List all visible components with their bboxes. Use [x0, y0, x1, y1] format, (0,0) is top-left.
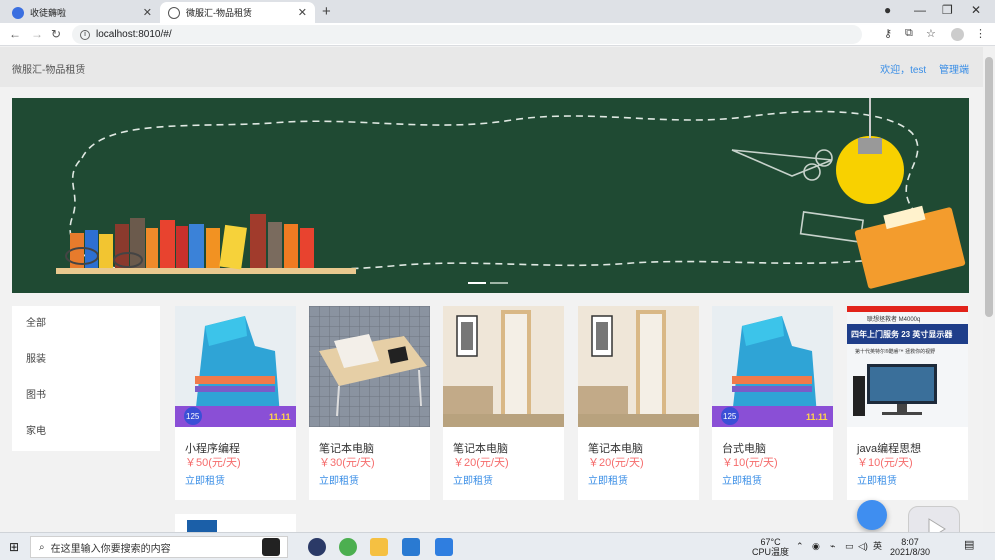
category-all[interactable]: 全部	[12, 306, 160, 342]
monitor-headline: 四年上门服务 23 英寸显示器	[851, 330, 953, 339]
category-books[interactable]: 图书	[12, 378, 160, 414]
eclipse-icon[interactable]	[308, 538, 326, 556]
ime-indicator[interactable]: 英	[873, 541, 882, 551]
product-image-mirror[interactable]	[578, 306, 699, 427]
task-view-icon[interactable]	[262, 538, 280, 556]
category-sidebar: 全部 服装 图书 家电	[12, 306, 160, 451]
file-explorer-icon[interactable]	[370, 538, 388, 556]
carousel-indicators[interactable]	[468, 282, 508, 284]
product-card[interactable]: 笔记本电脑 ￥30(元/天) 立即租赁	[309, 306, 430, 500]
category-clothing[interactable]: 服装	[12, 342, 160, 378]
clock[interactable]: 8:07 2021/8/30	[890, 537, 930, 557]
chrome-icon[interactable]	[339, 538, 357, 556]
tray-chevron-icon[interactable]: ⌃	[796, 541, 804, 551]
product-price: ￥50(元/天)	[185, 457, 241, 469]
os-taskbar: ⊞ ⌕ 在这里输入你要搜索的内容 67°C CPU温度 ⌃ ◉ ⌁ ▭ ◁) 英…	[0, 532, 995, 560]
rent-now-link[interactable]: 立即租赁	[722, 472, 762, 487]
product-image-mirror[interactable]	[443, 306, 564, 427]
tray-app-icon[interactable]: ◉	[812, 541, 820, 551]
product-card[interactable]: 联想拯救者 M4000q 四年上门服务 23 英寸显示器 第十代英特尔®酷睿™ …	[847, 306, 968, 500]
monitor-model: 联想拯救者 M4000q	[867, 317, 921, 323]
product-price: ￥10(元/天)	[722, 457, 778, 469]
profile-avatar-icon[interactable]	[951, 28, 964, 41]
browser-tab-bar: 收徒薅啦 ✕ 微服汇-物品租赁 ✕ + ● — ❐ ✕	[0, 0, 995, 23]
product-image-monitor[interactable]: 联想拯救者 M4000q 四年上门服务 23 英寸显示器 第十代英特尔®酷睿™ …	[847, 306, 968, 427]
clock-time: 8:07	[901, 537, 919, 547]
product-image-laptop-table[interactable]	[309, 306, 430, 427]
promo-badge: 125	[723, 412, 737, 421]
cpu-temp-label: CPU温度	[752, 547, 790, 557]
close-window-icon[interactable]: ✕	[971, 3, 981, 17]
promo-mark: 11.11	[269, 412, 291, 422]
network-icon[interactable]: ⌁	[830, 541, 835, 551]
windows-start-icon[interactable]: ⊞	[9, 540, 19, 554]
rent-now-link[interactable]: 立即租赁	[319, 472, 359, 487]
product-image-partial	[187, 520, 217, 532]
cpu-temp-value: 67°C	[760, 537, 781, 547]
browser-tab-1[interactable]: 收徒薅啦 ✕	[4, 2, 160, 23]
url-field[interactable]: i localhost:8010/#/	[72, 25, 862, 44]
chalkboard-illustration	[12, 98, 969, 293]
page-scrollbar[interactable]	[983, 47, 995, 532]
key-icon[interactable]: ⚷	[884, 27, 892, 40]
rent-now-link[interactable]: 立即租赁	[453, 472, 493, 487]
rent-now-link[interactable]: 立即租赁	[588, 472, 628, 487]
product-price: ￥30(元/天)	[319, 457, 375, 469]
forward-icon[interactable]: →	[31, 27, 43, 41]
search-icon: ⌕	[39, 541, 45, 553]
minimize-icon[interactable]: —	[914, 3, 926, 17]
rent-now-link[interactable]: 立即租赁	[857, 472, 897, 487]
record-icon[interactable]: ●	[884, 3, 891, 17]
tab-title: 收徒薅啦	[30, 8, 67, 18]
translate-icon[interactable]: ⧉	[905, 27, 913, 40]
back-icon[interactable]: ←	[9, 27, 21, 41]
category-appliances[interactable]: 家电	[12, 414, 160, 450]
browser-tab-2[interactable]: 微服汇-物品租赁 ✕	[160, 2, 315, 23]
globe-icon	[168, 6, 180, 19]
wechat-devtools-icon[interactable]	[435, 538, 453, 556]
volume-icon[interactable]: ◁)	[858, 541, 868, 551]
close-tab-icon[interactable]: ✕	[143, 6, 152, 19]
product-price: ￥20(元/天)	[453, 457, 509, 469]
url-text: localhost:8010/#/	[96, 29, 172, 40]
vscode-icon[interactable]	[402, 538, 420, 556]
product-image-chairs[interactable]: 125 11.11	[712, 306, 833, 427]
product-price: ￥20(元/天)	[588, 457, 644, 469]
product-card[interactable]: 125 11.11 台式电脑 ￥10(元/天) 立即租赁	[712, 306, 833, 500]
admin-link[interactable]: 管理端	[939, 65, 969, 76]
notification-icon[interactable]: ▤	[964, 540, 974, 551]
new-tab-icon[interactable]: +	[322, 3, 331, 20]
page-viewport: 微服汇-物品租赁 欢迎，test 管理端 全部 服装 图书 家电 125 11.…	[0, 47, 983, 532]
product-card-partial[interactable]	[175, 514, 296, 532]
menu-dots-icon[interactable]: ⋮	[975, 27, 986, 40]
promo-badge: 125	[186, 412, 200, 421]
bookmark-star-icon[interactable]: ☆	[926, 27, 936, 40]
site-favicon-icon	[12, 6, 24, 19]
monitor-subline: 第十代英特尔®酷睿™ 拯救你的视野	[855, 349, 936, 355]
site-info-icon[interactable]: i	[80, 29, 90, 40]
clock-date: 2021/8/30	[890, 547, 931, 557]
site-header: 微服汇-物品租赁 欢迎，test 管理端	[0, 47, 983, 87]
floating-action-button[interactable]	[857, 500, 887, 530]
product-card[interactable]: 笔记本电脑 ￥20(元/天) 立即租赁	[443, 306, 564, 500]
taskbar-search[interactable]: ⌕ 在这里输入你要搜索的内容	[30, 536, 288, 558]
battery-icon[interactable]: ▭	[845, 541, 854, 551]
product-card[interactable]: 125 11.11 小程序编程 ￥50(元/天) 立即租赁	[175, 306, 296, 500]
hero-banner-carousel[interactable]	[12, 98, 969, 293]
product-price: ￥10(元/天)	[857, 457, 913, 469]
product-card[interactable]: 笔记本电脑 ￥20(元/天) 立即租赁	[578, 306, 699, 500]
promo-mark: 11.11	[806, 412, 828, 422]
tab-title: 微服汇-物品租赁	[186, 8, 252, 18]
welcome-link[interactable]: 欢迎，test	[880, 65, 926, 76]
close-tab-icon[interactable]: ✕	[298, 6, 307, 19]
rent-now-link[interactable]: 立即租赁	[185, 472, 225, 487]
reload-icon[interactable]: ↻	[51, 27, 61, 41]
site-brand[interactable]: 微服汇-物品租赁	[12, 61, 85, 76]
taskbar-search-placeholder: 在这里输入你要搜索的内容	[50, 543, 171, 555]
product-image-chairs[interactable]: 125 11.11	[175, 306, 296, 427]
cpu-temp-indicator[interactable]: 67°C CPU温度	[752, 537, 789, 557]
maximize-icon[interactable]: ❐	[942, 3, 953, 17]
address-bar-row: ← → ↻ i localhost:8010/#/ ⚷ ⧉ ☆ ⋮	[0, 23, 995, 46]
